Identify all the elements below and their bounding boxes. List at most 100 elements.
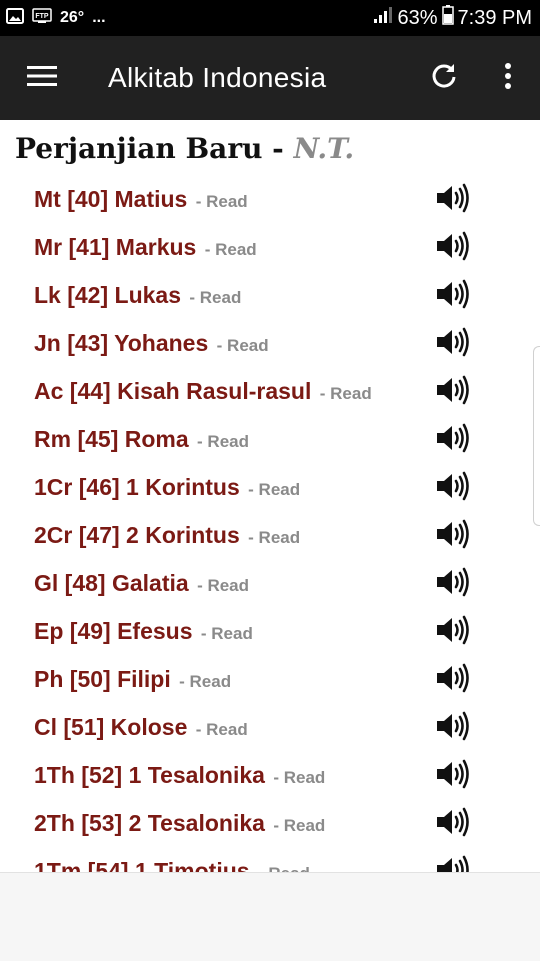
speaker-icon [435, 374, 469, 411]
audio-button[interactable] [432, 854, 472, 872]
audio-button[interactable] [432, 758, 472, 794]
book-link[interactable]: Rm [45] Roma - Read [34, 426, 249, 453]
refresh-icon [430, 62, 458, 95]
book-row: Rm [45] Roma - Read [0, 416, 540, 464]
app-title: Alkitab Indonesia [108, 62, 327, 93]
speaker-icon [435, 566, 469, 603]
more-options-button[interactable] [486, 58, 530, 98]
book-row: 1Th [52] 1 Tesalonika - Read [0, 752, 540, 800]
book-link[interactable]: Mr [41] Markus - Read [34, 234, 257, 261]
menu-button[interactable] [20, 58, 64, 98]
book-link[interactable]: Gl [48] Galatia - Read [34, 570, 249, 597]
speaker-icon [435, 518, 469, 555]
book-link[interactable]: Lk [42] Lukas - Read [34, 282, 241, 309]
audio-button[interactable] [432, 518, 472, 554]
audio-button[interactable] [432, 182, 472, 218]
speaker-icon [435, 422, 469, 459]
battery-icon [441, 5, 454, 31]
book-label: Lk [42] Lukas [34, 282, 181, 308]
read-link[interactable]: - Read [273, 816, 325, 835]
read-link[interactable]: - Read [248, 528, 300, 547]
book-label: Rm [45] Roma [34, 426, 189, 452]
book-label: 2Cr [47] 2 Korintus [34, 522, 240, 548]
section-separator: - [262, 132, 294, 165]
status-left: FTP 26° ... [6, 6, 106, 30]
read-link[interactable]: - Read [196, 192, 248, 211]
audio-button[interactable] [432, 374, 472, 410]
read-link[interactable]: - Read [196, 720, 248, 739]
book-list: Mt [40] Matius - Read Mr [41] Markus - R… [0, 176, 540, 872]
speaker-icon [435, 710, 469, 747]
book-link[interactable]: Ph [50] Filipi - Read [34, 666, 231, 693]
speaker-icon [435, 470, 469, 507]
speaker-icon [435, 614, 469, 651]
speaker-icon [435, 854, 469, 872]
book-row: Mt [40] Matius - Read [0, 176, 540, 224]
read-link[interactable]: - Read [320, 384, 372, 403]
audio-button[interactable] [432, 662, 472, 698]
book-link[interactable]: 1Tm [54] 1 Timotius - Read [34, 858, 310, 872]
book-row: Cl [51] Kolose - Read [0, 704, 540, 752]
audio-button[interactable] [432, 614, 472, 650]
book-label: Ph [50] Filipi [34, 666, 171, 692]
section-heading: Perjanjian Baru - N.T. [15, 132, 354, 165]
read-link[interactable]: - Read [179, 672, 231, 691]
book-row: 1Cr [46] 1 Korintus - Read [0, 464, 540, 512]
scroll-handle[interactable] [533, 346, 540, 526]
book-link[interactable]: 1Th [52] 1 Tesalonika - Read [34, 762, 325, 789]
read-link[interactable]: - Read [197, 432, 249, 451]
read-link[interactable]: - Read [258, 864, 310, 872]
book-link[interactable]: 2Cr [47] 2 Korintus - Read [34, 522, 300, 549]
book-label: Ep [49] Efesus [34, 618, 193, 644]
read-link[interactable]: - Read [197, 576, 249, 595]
more-vert-icon [504, 62, 512, 95]
book-row: Ac [44] Kisah Rasul-rasul - Read [0, 368, 540, 416]
audio-button[interactable] [432, 806, 472, 842]
ftp-icon: FTP [32, 7, 52, 29]
read-link[interactable]: - Read [201, 624, 253, 643]
book-row: 1Tm [54] 1 Timotius - Read [0, 848, 540, 872]
speaker-icon [435, 278, 469, 315]
read-link[interactable]: - Read [189, 288, 241, 307]
section-title: Perjanjian Baru [15, 132, 263, 165]
book-row: Lk [42] Lukas - Read [0, 272, 540, 320]
svg-text:FTP: FTP [35, 13, 49, 20]
book-list-content[interactable]: Perjanjian Baru - N.T. Mt [40] Matius - … [0, 120, 540, 872]
audio-button[interactable] [432, 278, 472, 314]
read-link[interactable]: - Read [273, 768, 325, 787]
audio-button[interactable] [432, 422, 472, 458]
book-row: 2Th [53] 2 Tesalonika - Read [0, 800, 540, 848]
read-link[interactable]: - Read [205, 240, 257, 259]
book-link[interactable]: 2Th [53] 2 Tesalonika - Read [34, 810, 325, 837]
book-row: Mr [41] Markus - Read [0, 224, 540, 272]
book-label: Ac [44] Kisah Rasul-rasul [34, 378, 312, 404]
book-row: Jn [43] Yohanes - Read [0, 320, 540, 368]
book-label: 1Cr [46] 1 Korintus [34, 474, 240, 500]
book-row: 2Cr [47] 2 Korintus - Read [0, 512, 540, 560]
read-link[interactable]: - Read [217, 336, 269, 355]
book-link[interactable]: Ep [49] Efesus - Read [34, 618, 253, 645]
speaker-icon [435, 326, 469, 363]
speaker-icon [435, 230, 469, 267]
book-link[interactable]: Ac [44] Kisah Rasul-rasul - Read [34, 378, 372, 405]
audio-button[interactable] [432, 230, 472, 266]
book-label: Cl [51] Kolose [34, 714, 188, 740]
app-bar: Alkitab Indonesia [0, 36, 540, 120]
refresh-button[interactable] [422, 58, 466, 98]
book-link[interactable]: Cl [51] Kolose - Read [34, 714, 248, 741]
book-label: Mr [41] Markus [34, 234, 197, 260]
read-link[interactable]: - Read [248, 480, 300, 499]
book-link[interactable]: 1Cr [46] 1 Korintus - Read [34, 474, 300, 501]
audio-button[interactable] [432, 470, 472, 506]
audio-button[interactable] [432, 566, 472, 602]
audio-button[interactable] [432, 710, 472, 746]
book-label: 1Tm [54] 1 Timotius [34, 858, 250, 872]
section-abbr: N.T. [293, 132, 355, 165]
audio-button[interactable] [432, 326, 472, 362]
book-row: Gl [48] Galatia - Read [0, 560, 540, 608]
book-link[interactable]: Mt [40] Matius - Read [34, 186, 248, 213]
book-label: 1Th [52] 1 Tesalonika [34, 762, 265, 788]
book-link[interactable]: Jn [43] Yohanes - Read [34, 330, 269, 357]
signal-icon [373, 6, 393, 30]
status-right: 63% 7:39 PM [373, 5, 532, 31]
